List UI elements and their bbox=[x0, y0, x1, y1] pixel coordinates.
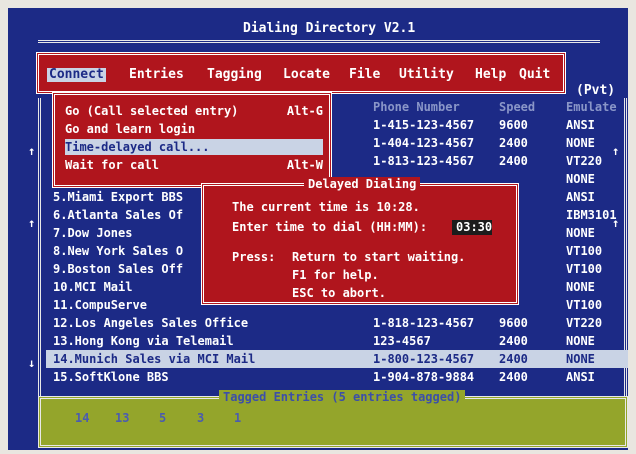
row-emulate: NONE bbox=[566, 136, 595, 150]
dialog-title: Delayed Dialing bbox=[304, 177, 421, 191]
tagged-entry[interactable]: 1 bbox=[234, 411, 241, 425]
row-name: 7.Dow Jones bbox=[53, 226, 133, 240]
row-emulate: VT220 bbox=[566, 316, 603, 330]
row-phone: 1-415-123-4567 bbox=[373, 118, 475, 132]
header-pvt: (Pvt) bbox=[576, 83, 616, 98]
menu-tagging[interactable]: Tagging bbox=[207, 68, 262, 82]
row-name: 12.Los Angeles Sales Office bbox=[53, 316, 249, 330]
row-emulate: NONE bbox=[566, 172, 595, 186]
list-row[interactable]: 13.Hong Kong via Telemail 123-4567 2400 … bbox=[46, 332, 628, 350]
row-emulate: VT100 bbox=[566, 262, 603, 276]
row-name: 9.Boston Sales Off bbox=[53, 262, 184, 276]
row-name: 14.Munich Sales via MCI Mail bbox=[53, 352, 256, 366]
title-divider bbox=[38, 40, 600, 43]
menu-item-label: Go (Call selected entry) bbox=[65, 104, 239, 118]
connect-dropdown-menu: Go (Call selected entry) Alt-G Go and le… bbox=[52, 92, 332, 188]
row-emulate: IBM3101 bbox=[566, 208, 617, 222]
delayed-dialing-dialog: Delayed Dialing The current time is 10:2… bbox=[201, 177, 519, 305]
row-name: 6.Atlanta Sales Of bbox=[53, 208, 184, 222]
dialog-current-time: The current time is 10:28. bbox=[232, 200, 420, 214]
menu-item-label: Wait for call bbox=[65, 158, 159, 172]
dialog-hint-escape: ESC to abort. bbox=[292, 286, 386, 300]
row-speed: 2400 bbox=[499, 154, 528, 168]
row-phone: 1-800-123-4567 bbox=[373, 352, 475, 366]
dialog-enter-time-label: Enter time to dial (HH:MM): bbox=[232, 220, 428, 234]
row-phone: 123-4567 bbox=[373, 334, 431, 348]
row-emulate: VT220 bbox=[566, 154, 603, 168]
tagged-entry[interactable]: 5 bbox=[159, 411, 166, 425]
row-phone: 1-818-123-4567 bbox=[373, 316, 475, 330]
row-speed: 2400 bbox=[499, 334, 528, 348]
row-name: 5.Miami Export BBS bbox=[53, 190, 184, 204]
tagged-title: Tagged Entries (5 entries tagged) bbox=[219, 390, 466, 404]
row-name: 8.New York Sales O bbox=[53, 244, 184, 258]
row-name: 10.MCI Mail bbox=[53, 280, 133, 294]
row-speed: 9600 bbox=[499, 316, 528, 330]
row-speed: 9600 bbox=[499, 118, 528, 132]
header-emulate: Emulate bbox=[566, 100, 617, 114]
tagged-entry[interactable]: 13 bbox=[115, 411, 129, 425]
list-row[interactable]: 15.SoftKlone BBS 1-904-878-9884 2400 ANS… bbox=[46, 368, 628, 386]
scroll-up-left-icon[interactable]: ↑ bbox=[28, 144, 35, 158]
header-speed: Speed bbox=[499, 100, 536, 114]
row-emulate: NONE bbox=[566, 280, 595, 294]
row-speed: 2400 bbox=[499, 136, 528, 150]
tagged-entry[interactable]: 3 bbox=[197, 411, 204, 425]
window-title: Dialing Directory V2.1 bbox=[243, 21, 416, 36]
dialog-hint-help: F1 for help. bbox=[292, 268, 379, 282]
menu-quit[interactable]: Quit bbox=[519, 68, 550, 82]
row-phone: 1-813-123-4567 bbox=[373, 154, 475, 168]
menu-item-label: Time-delayed call... bbox=[65, 140, 210, 154]
menu-item-go[interactable]: Go (Call selected entry) Alt-G bbox=[65, 103, 323, 119]
scroll-down-left-icon[interactable]: ↓ bbox=[28, 356, 35, 370]
tagged-entry[interactable]: 14 bbox=[75, 411, 89, 425]
menu-item-wait[interactable]: Wait for call Alt-W bbox=[65, 157, 323, 173]
menu-utility[interactable]: Utility bbox=[399, 68, 454, 82]
row-emulate: ANSI bbox=[566, 118, 595, 132]
row-phone: 1-904-878-9884 bbox=[373, 370, 475, 384]
row-name: 11.CompuServe bbox=[53, 298, 147, 312]
header-phone: Phone Number bbox=[373, 100, 460, 114]
row-emulate: NONE bbox=[566, 352, 595, 366]
dialog-press-label: Press: bbox=[232, 250, 276, 264]
tagged-entries-panel: Tagged Entries (5 entries tagged) 14 13 … bbox=[38, 390, 628, 448]
row-emulate: NONE bbox=[566, 226, 595, 240]
scroll-up-left-icon-2[interactable]: ↑ bbox=[28, 216, 35, 230]
dial-time-input[interactable]: 03:30 bbox=[452, 220, 492, 235]
row-speed: 2400 bbox=[499, 352, 528, 366]
dial-time-value: 03:30 bbox=[456, 220, 493, 234]
menu-locate[interactable]: Locate bbox=[283, 68, 330, 82]
menu-item-go-learn[interactable]: Go and learn login bbox=[65, 121, 323, 137]
menu-bar: Connect Entries Tagging Locate File Util… bbox=[36, 52, 566, 94]
list-row-selected[interactable]: 14.Munich Sales via MCI Mail 1-800-123-4… bbox=[46, 350, 628, 368]
list-row[interactable]: 12.Los Angeles Sales Office 1-818-123-45… bbox=[46, 314, 628, 332]
row-emulate: VT100 bbox=[566, 244, 603, 258]
menu-item-shortcut: Alt-G bbox=[286, 104, 323, 118]
menu-item-shortcut: Alt-W bbox=[286, 158, 323, 172]
row-emulate: ANSI bbox=[566, 370, 595, 384]
row-emulate: VT100 bbox=[566, 298, 603, 312]
menu-entries[interactable]: Entries bbox=[129, 68, 184, 82]
menu-file[interactable]: File bbox=[349, 68, 380, 82]
menu-help[interactable]: Help bbox=[475, 68, 506, 82]
row-name: 15.SoftKlone BBS bbox=[53, 370, 169, 384]
menu-item-time-delayed[interactable]: Time-delayed call... bbox=[65, 139, 323, 155]
row-emulate: ANSI bbox=[566, 190, 595, 204]
row-emulate: NONE bbox=[566, 334, 595, 348]
row-phone: 1-404-123-4567 bbox=[373, 136, 475, 150]
list-left-border bbox=[38, 98, 41, 396]
dialog-hint-return: Return to start waiting. bbox=[292, 250, 466, 264]
menu-item-label: Go and learn login bbox=[65, 122, 196, 136]
terminal-screen: Dialing Directory V2.1 ↑ ↑ ↓ ↑ ↑ ↓ Phone… bbox=[8, 8, 628, 450]
menu-connect[interactable]: Connect bbox=[47, 68, 106, 82]
row-speed: 2400 bbox=[499, 370, 528, 384]
row-name: 13.Hong Kong via Telemail bbox=[53, 334, 234, 348]
